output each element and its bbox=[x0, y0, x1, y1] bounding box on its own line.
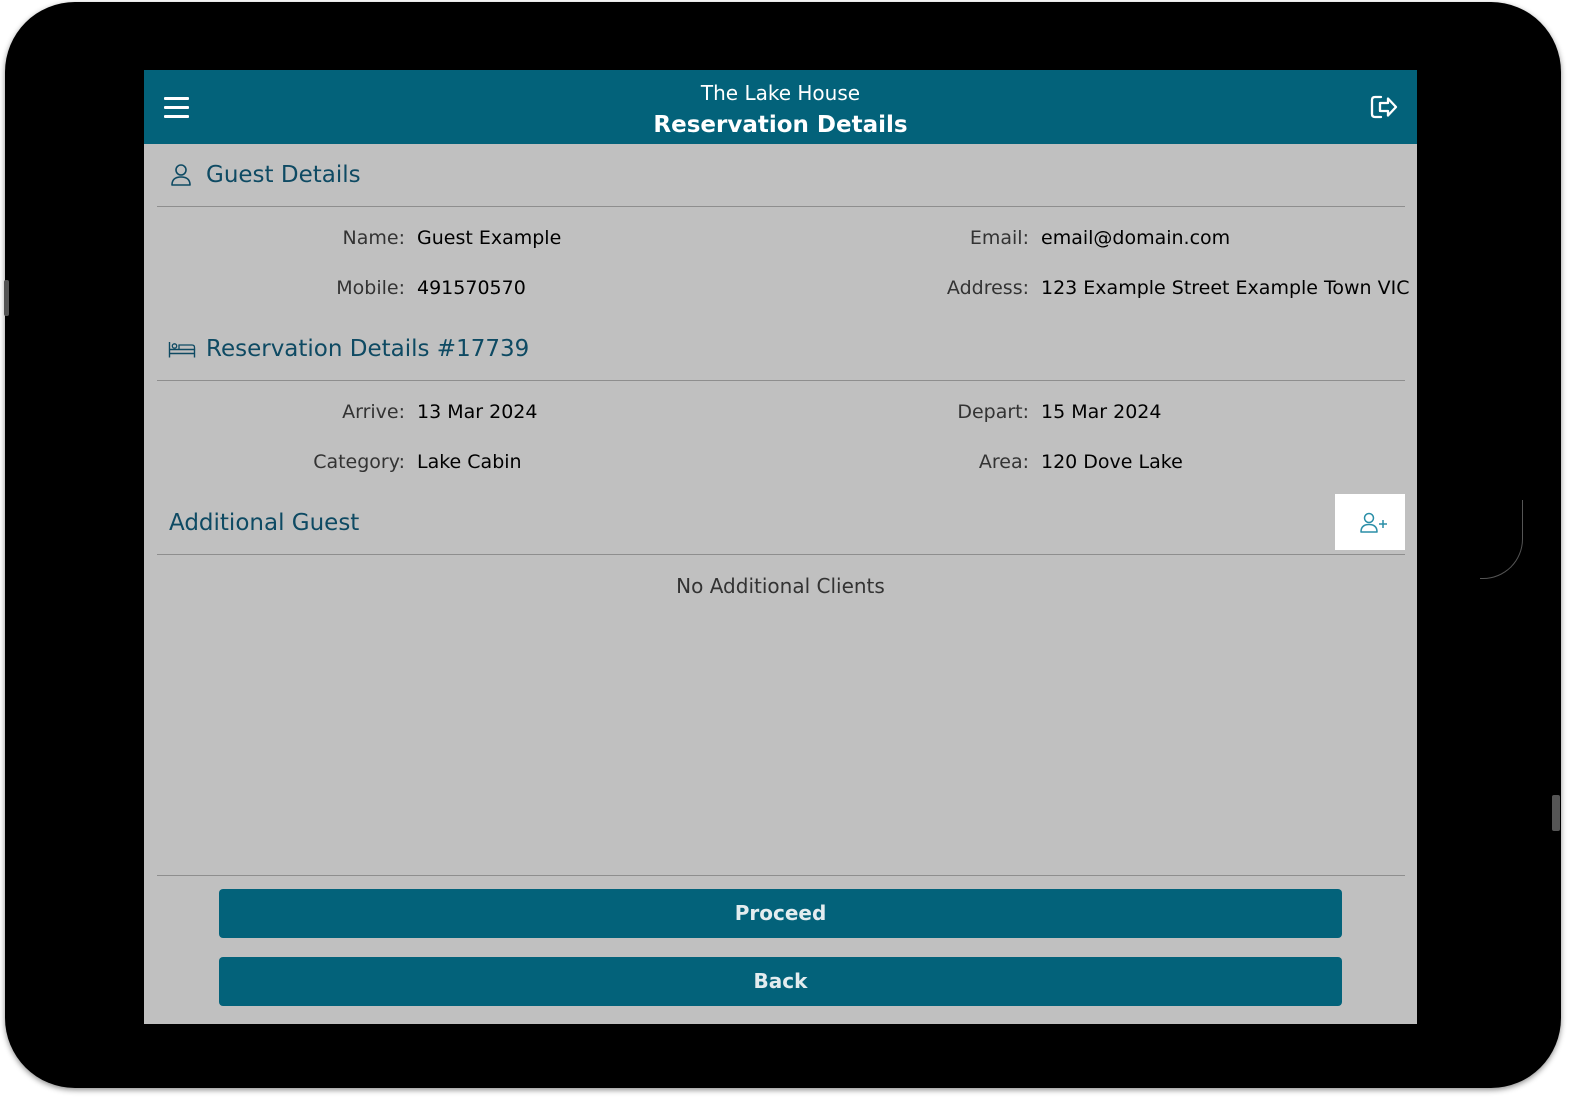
email-value: email@domain.com bbox=[1041, 227, 1231, 249]
name-label: Name: bbox=[342, 227, 405, 249]
area-label: Area: bbox=[978, 451, 1029, 473]
area-value: 120 Dove Lake bbox=[1041, 451, 1183, 473]
tablet-side-button bbox=[4, 280, 9, 316]
proceed-button[interactable]: Proceed bbox=[219, 889, 1342, 938]
top-bar: The Lake House Reservation Details bbox=[144, 70, 1417, 144]
arrive-label: Arrive: bbox=[342, 401, 405, 423]
bed-icon bbox=[168, 342, 196, 358]
app-screen: The Lake House Reservation Details Guest… bbox=[144, 70, 1417, 1024]
depart-value: 15 Mar 2024 bbox=[1041, 401, 1162, 423]
add-person-icon bbox=[1360, 512, 1387, 533]
add-guest-button[interactable] bbox=[1335, 494, 1405, 550]
footer-divider bbox=[157, 875, 1405, 876]
page-title: Reservation Details bbox=[653, 112, 908, 138]
depart-label: Depart: bbox=[957, 401, 1029, 423]
guest-details-header: Guest Details bbox=[157, 144, 1405, 207]
tablet-side-button bbox=[1552, 795, 1560, 831]
address-value: 123 Example Street Example Town VIC bbox=[1041, 277, 1410, 299]
additional-guest-header: Additional Guest bbox=[157, 492, 1405, 555]
back-button[interactable]: Back bbox=[219, 957, 1342, 1006]
section-title: Guest Details bbox=[206, 162, 361, 188]
category-label: Category: bbox=[313, 451, 405, 473]
logout-icon[interactable] bbox=[1368, 92, 1400, 122]
person-icon bbox=[171, 164, 191, 186]
arrive-value: 13 Mar 2024 bbox=[417, 401, 538, 423]
empty-state-message: No Additional Clients bbox=[676, 574, 885, 598]
name-value: Guest Example bbox=[417, 227, 562, 249]
category-value: Lake Cabin bbox=[417, 451, 522, 473]
mobile-label: Mobile: bbox=[336, 277, 405, 299]
section-title: Additional Guest bbox=[169, 510, 360, 536]
address-label: Address: bbox=[946, 277, 1029, 299]
mobile-value: 491570570 bbox=[417, 277, 526, 299]
reservation-details-header: Reservation Details #17739 bbox=[157, 318, 1405, 381]
email-label: Email: bbox=[969, 227, 1029, 249]
section-title: Reservation Details #17739 bbox=[206, 336, 530, 362]
app-name: The Lake House bbox=[700, 81, 861, 105]
